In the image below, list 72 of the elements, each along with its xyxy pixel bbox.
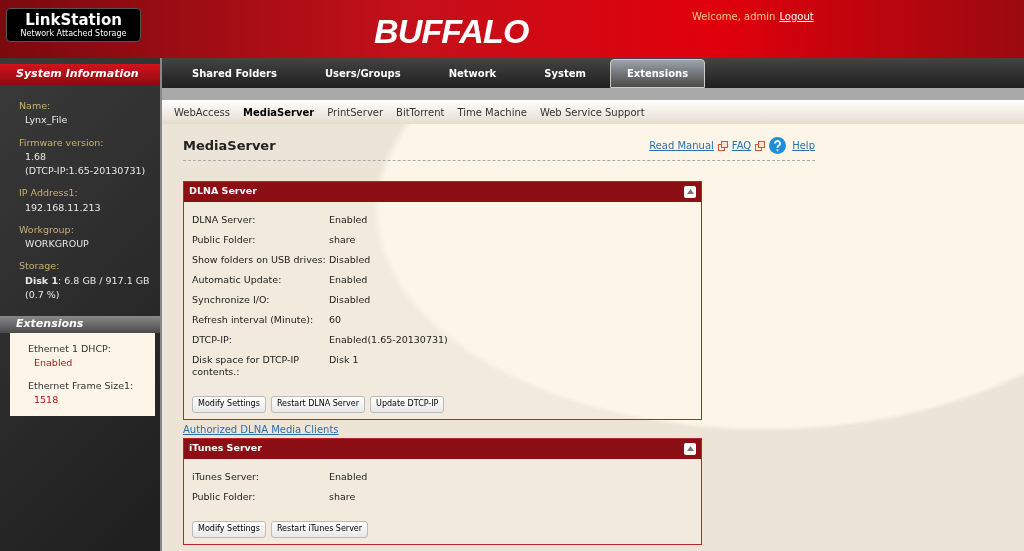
field-label: Disk space for DTCP-IP contents.:: [192, 353, 301, 378]
field-label: iTunes Server:: [192, 470, 261, 483]
product-subtitle: Network Attached Storage: [20, 29, 127, 38]
sub-tab[interactable]: Web Service Support: [539, 104, 645, 120]
extension-value: 1518: [33, 392, 60, 407]
welcome-text: Welcome, admin: [692, 10, 776, 24]
sub-tab[interactable]: PrintServer: [327, 104, 384, 120]
field-label: Public Folder:: [192, 233, 257, 246]
field-value: Enabled: [329, 213, 368, 226]
page-title: MediaServer: [183, 137, 276, 155]
header-link[interactable]: FAQ: [731, 138, 752, 154]
info-value: WORKGROUP: [24, 237, 90, 251]
action-button[interactable]: Update DTCP-IP: [370, 395, 445, 413]
action-button[interactable]: Restart DLNA Server: [270, 395, 366, 413]
info-label: Storage:: [19, 259, 61, 274]
field-value: Disabled: [329, 253, 371, 266]
field-label: Synchronize I/O:: [192, 293, 271, 306]
extension-label: Ethernet Frame Size1:: [28, 378, 135, 393]
collapse-button[interactable]: [684, 442, 696, 455]
info-value: (DTCP-IP:1.65-20130731): [24, 164, 147, 178]
external-link-icon: [717, 140, 728, 151]
caret-icon: [686, 446, 694, 451]
caret-icon: [686, 189, 694, 194]
field-label: Refresh interval (Minute):: [192, 313, 315, 326]
help-link[interactable]: Help: [792, 138, 815, 154]
sub-tab[interactable]: BitTorrent: [396, 104, 445, 120]
info-label: Name:: [19, 99, 52, 113]
field-value: 60: [329, 313, 342, 326]
field-label: DTCP-IP:: [192, 333, 233, 346]
info-value: 192.168.11.213: [24, 200, 102, 215]
field-value: Enabled: [329, 273, 368, 286]
clients-link[interactable]: Authorized DLNA Media Clients: [183, 421, 339, 437]
action-button[interactable]: Modify Settings: [192, 395, 266, 413]
field-value: share: [329, 233, 356, 246]
field-value: Disabled: [329, 293, 371, 306]
field-label: Public Folder:: [192, 490, 257, 503]
field-label: Automatic Update:: [192, 273, 283, 286]
field-value: Disk 1: [329, 353, 359, 367]
info-label: IP Address1:: [19, 186, 79, 201]
panel-title: DLNA Server: [189, 184, 257, 199]
header-link[interactable]: Read Manual: [649, 138, 714, 154]
sidebar-heading: System Information: [0, 64, 160, 85]
sub-tab[interactable]: Time Machine: [457, 104, 527, 120]
field-label: Show folders on USB drives:: [192, 253, 327, 266]
info-label: Workgroup:: [19, 222, 75, 237]
nav-tab[interactable]: Shared Folders: [168, 59, 301, 88]
extension-label: Ethernet 1 DHCP:: [28, 342, 113, 356]
nav-tab[interactable]: Users/Groups: [301, 59, 425, 88]
field-value: Enabled: [329, 470, 368, 483]
sub-tab[interactable]: MediaServer: [243, 104, 315, 120]
sidebar-heading: Extensions: [0, 316, 160, 333]
nav-tab[interactable]: Extensions: [609, 59, 706, 88]
field-label: DLNA Server:: [192, 213, 257, 226]
action-button[interactable]: Modify Settings: [192, 520, 266, 538]
external-link-icon: [755, 140, 766, 151]
nav-tab[interactable]: System: [520, 59, 610, 88]
collapse-button[interactable]: [684, 185, 696, 198]
sub-tab[interactable]: WebAccess: [174, 104, 231, 120]
brand-logo: BUFFALO: [374, 11, 529, 52]
field-value: Enabled(1.65-20130731): [329, 333, 448, 346]
info-value: 1.68: [24, 149, 48, 164]
panel-title: iTunes Server: [189, 441, 262, 456]
info-value: Lynx_File: [24, 113, 69, 128]
action-button[interactable]: Restart iTunes Server: [270, 520, 369, 538]
field-value: share: [329, 490, 356, 503]
info-label: Firmware version:: [19, 135, 105, 150]
extension-value: Enabled: [33, 356, 74, 371]
info-value: Disk 1: 6.8 GB / 917.1 GB (0.7 %): [24, 273, 151, 302]
product-name: LinkStation: [25, 12, 122, 28]
logout-link[interactable]: Logout: [779, 9, 814, 24]
nav-tab[interactable]: Network: [424, 59, 521, 88]
help-icon: [769, 137, 787, 155]
